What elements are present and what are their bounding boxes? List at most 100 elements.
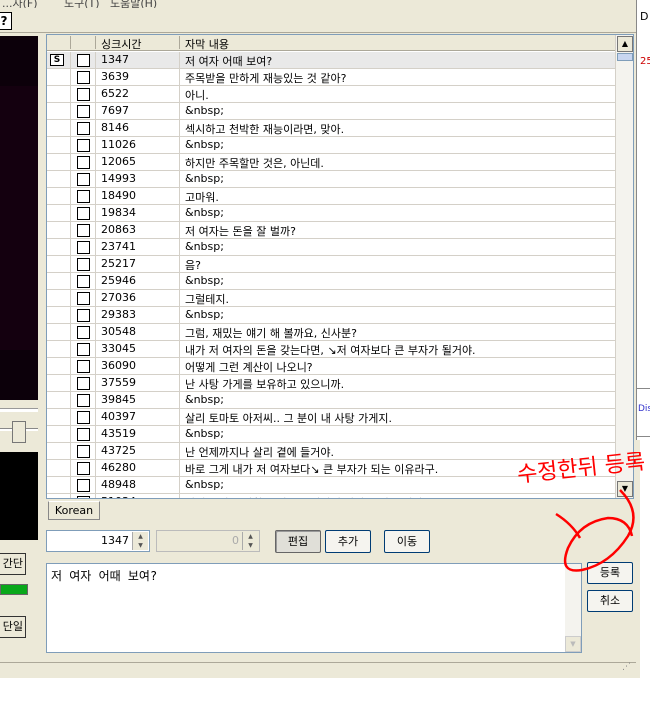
scroll-down-button[interactable]: ▼ — [617, 481, 633, 497]
row-subtitle-text: 난 언제까지나 살리 곁에 들거야. — [185, 446, 335, 459]
table-row[interactable]: 25946 &nbsp; — [47, 273, 615, 290]
move-button[interactable]: 이동 — [384, 530, 430, 553]
row-sync-time: 33045 — [101, 342, 136, 355]
help-button[interactable]: ? — [0, 12, 12, 30]
row-checkbox[interactable] — [77, 190, 90, 203]
row-sync-time: 27036 — [101, 291, 136, 304]
row-checkbox[interactable] — [77, 428, 90, 441]
row-sync-time: 23741 — [101, 240, 136, 253]
single-view-button[interactable]: 단일 — [0, 616, 26, 638]
table-row[interactable]: 20863 저 여자는 돈을 잘 벌까? — [47, 222, 615, 239]
row-checkbox[interactable] — [77, 394, 90, 407]
scroll-up-button[interactable]: ▲ — [617, 36, 633, 52]
seek-slider-thumb[interactable] — [12, 421, 26, 443]
row-subtitle-text: 주목받을 만하게 재능있는 것 같아? — [185, 72, 347, 85]
row-checkbox[interactable] — [77, 224, 90, 237]
table-row[interactable]: 25217 음? — [47, 256, 615, 273]
row-checkbox[interactable] — [77, 241, 90, 254]
row-checkbox[interactable] — [77, 462, 90, 475]
row-checkbox[interactable] — [77, 173, 90, 186]
row-sync-time: 51034 — [101, 495, 136, 498]
row-checkbox[interactable] — [77, 105, 90, 118]
table-row[interactable]: 8146 섹시하고 천박한 재능이라면, 맞아. — [47, 120, 615, 137]
row-subtitle-text: 섹시하고 천박한 재능이라면, 맞아. — [185, 123, 345, 136]
row-checkbox[interactable] — [77, 258, 90, 271]
table-row[interactable]: 51034 이제 그만 시작할 꼬리를... 만나러 나가는 게 좋겠어. — [47, 494, 615, 498]
sync-time-stepper[interactable]: 1347 ▲ ▼ — [46, 530, 150, 552]
row-checkbox[interactable] — [77, 445, 90, 458]
subtitle-edit-textarea[interactable]: 저 여자 어때 보여? ▼ — [46, 563, 582, 653]
stepper-arrows-icon[interactable]: ▲ ▼ — [132, 532, 148, 550]
row-subtitle-text: &nbsp; — [185, 308, 224, 321]
scroll-thumb[interactable] — [617, 53, 633, 61]
table-row[interactable]: 11026 &nbsp; — [47, 137, 615, 154]
table-row[interactable]: 12065 하지만 주목할만 것은, 아닌데. — [47, 154, 615, 171]
menu-file[interactable]: ...자(F) — [2, 0, 38, 8]
row-subtitle-text: 하지만 주목할만 것은, 아닌데. — [185, 157, 324, 170]
row-sync-time: 30548 — [101, 325, 136, 338]
table-row[interactable]: 43519 &nbsp; — [47, 426, 615, 443]
table-row[interactable]: 48948 &nbsp; — [47, 477, 615, 494]
row-subtitle-text: 살리 토마토 아저씨.. 그 분이 내 사탕 가게지. — [185, 412, 393, 425]
table-row[interactable]: 14993 &nbsp; — [47, 171, 615, 188]
menu-help[interactable]: 도움말(H) — [110, 0, 157, 8]
row-subtitle-text: 그럼, 재밌는 얘기 해 볼까요, 신사분? — [185, 327, 357, 340]
row-subtitle-text: 저 여자 어때 보여? — [185, 55, 273, 68]
row-checkbox[interactable] — [77, 139, 90, 152]
row-sync-time: 37559 — [101, 376, 136, 389]
cancel-button[interactable]: 취소 — [587, 590, 633, 612]
table-row[interactable]: 3639 주목받을 만하게 재능있는 것 같아? — [47, 69, 615, 86]
row-checkbox[interactable] — [77, 292, 90, 305]
textarea-scrollbar[interactable]: ▼ — [565, 564, 581, 652]
row-checkbox[interactable] — [77, 207, 90, 220]
row-sync-time: 25217 — [101, 257, 136, 270]
column-subtitle-text[interactable]: 자막 내용 — [185, 36, 229, 52]
row-checkbox[interactable] — [77, 326, 90, 339]
table-row[interactable]: 7697 &nbsp; — [47, 103, 615, 120]
row-checkbox[interactable] — [77, 122, 90, 135]
table-row[interactable]: 19834 &nbsp; — [47, 205, 615, 222]
row-checkbox[interactable] — [77, 360, 90, 373]
row-subtitle-text: &nbsp; — [185, 138, 224, 151]
row-subtitle-text: 고마워. — [185, 191, 219, 204]
table-row[interactable]: 18490 고마워. — [47, 188, 615, 205]
row-checkbox[interactable] — [77, 377, 90, 390]
resize-grip-icon[interactable]: ⋰ — [622, 662, 636, 676]
row-checkbox[interactable] — [77, 479, 90, 492]
menu-tools[interactable]: 도구(T) — [64, 0, 100, 8]
column-sync-time[interactable]: 싱크시간 — [101, 36, 141, 52]
table-row[interactable]: 27036 그럴테지. — [47, 290, 615, 307]
table-row[interactable]: 40397 살리 토마토 아저씨.. 그 분이 내 사탕 가게지. — [47, 409, 615, 426]
table-row[interactable]: 33045 내가 저 여자의 돈을 갖는다면, ↘저 여자보다 큰 부자가 될거야… — [47, 341, 615, 358]
edit-button[interactable]: 편집 — [275, 530, 321, 553]
table-row[interactable]: 30548 그럼, 재밌는 얘기 해 볼까요, 신사분? — [47, 324, 615, 341]
menu-bar: ...자(F) 도구(T) 도움말(H) — [0, 0, 640, 8]
grid-vertical-scrollbar[interactable]: ▲ ▼ — [615, 35, 633, 498]
row-checkbox[interactable] — [77, 275, 90, 288]
table-row[interactable]: 46280 바로 그게 내가 저 여자보다↘ 큰 부자가 되는 이유라구. — [47, 460, 615, 477]
table-row[interactable]: 43725 난 언제까지나 살리 곁에 들거야. — [47, 443, 615, 460]
table-row[interactable]: 23741 &nbsp; — [47, 239, 615, 256]
table-row[interactable]: 29383 &nbsp; — [47, 307, 615, 324]
add-button[interactable]: 추가 — [325, 530, 371, 553]
tab-korean[interactable]: Korean — [48, 501, 100, 520]
simple-view-button[interactable]: 간단 — [0, 553, 26, 575]
row-checkbox[interactable] — [77, 343, 90, 356]
row-sync-time: 39845 — [101, 393, 136, 406]
row-checkbox[interactable] — [77, 156, 90, 169]
register-button[interactable]: 등록 — [587, 562, 633, 584]
table-row[interactable]: 36090 어떻게 그런 계산이 나오니? — [47, 358, 615, 375]
row-subtitle-text: &nbsp; — [185, 240, 224, 253]
row-checkbox[interactable] — [77, 496, 90, 498]
row-checkbox[interactable] — [77, 71, 90, 84]
table-row[interactable]: 37559 난 사탕 가게를 보유하고 있으니까. — [47, 375, 615, 392]
table-row[interactable]: S 1347 저 여자 어때 보여? — [47, 52, 615, 69]
table-row[interactable]: 6522 아니. — [47, 86, 615, 103]
row-checkbox[interactable] — [77, 309, 90, 322]
table-row[interactable]: 39845 &nbsp; — [47, 392, 615, 409]
row-subtitle-text: 어떻게 그런 계산이 나오니? — [185, 361, 313, 374]
row-checkbox[interactable] — [77, 54, 90, 67]
row-checkbox[interactable] — [77, 88, 90, 101]
row-sync-time: 20863 — [101, 223, 136, 236]
row-checkbox[interactable] — [77, 411, 90, 424]
